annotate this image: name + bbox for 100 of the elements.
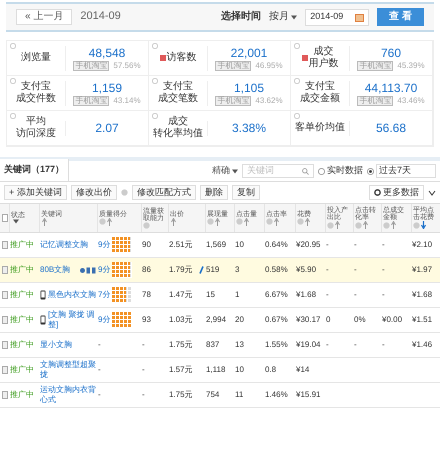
table-cell: -: [142, 340, 145, 350]
table-cell: 0%: [354, 315, 366, 325]
table-cell: ¥1.51: [412, 315, 432, 325]
sort-up-icon[interactable]: [363, 221, 368, 229]
table-cell: 3: [235, 265, 240, 275]
sort-up-icon[interactable]: [107, 218, 112, 226]
help-icon: [327, 222, 334, 228]
stat-value: 22,001: [230, 46, 268, 60]
table-cell: -: [142, 390, 145, 400]
score-link[interactable]: 9分: [98, 265, 110, 275]
table-cell: -: [382, 265, 385, 275]
bid-text: 1.79元: [169, 265, 193, 275]
badge-icon: [302, 55, 308, 61]
chevron-down-icon[interactable]: [428, 190, 436, 196]
radio-button[interactable]: [318, 168, 325, 174]
keyword-link[interactable]: 80B文胸: [40, 265, 70, 275]
bid-text: 1.75元: [169, 340, 193, 350]
stat-value: 56.68: [376, 120, 406, 136]
sort-up-icon[interactable]: [274, 218, 279, 226]
table-cell: -: [326, 340, 329, 350]
score-link[interactable]: 9分: [98, 240, 110, 250]
caret-icon[interactable]: [232, 168, 238, 174]
caret-icon[interactable]: [13, 219, 19, 224]
table-cell: 20: [235, 315, 244, 325]
sort-up-icon[interactable]: [42, 218, 47, 226]
checkbox[interactable]: [2, 366, 8, 374]
stat-label: 成交笔数: [158, 93, 198, 106]
help-icon: [152, 78, 158, 84]
radio-button[interactable]: [367, 168, 374, 174]
checkbox[interactable]: [2, 316, 8, 324]
toolbar-button[interactable]: 删除: [200, 185, 228, 200]
search-icon[interactable]: [302, 168, 309, 174]
help-icon: [207, 218, 214, 225]
help-icon: [383, 222, 390, 228]
help-icon: [297, 218, 304, 225]
checkbox[interactable]: [2, 266, 8, 274]
help-icon: [236, 218, 243, 225]
table-cell: 1.55%: [265, 340, 288, 350]
checkbox[interactable]: [2, 291, 8, 299]
calendar-icon[interactable]: [355, 12, 364, 22]
table-cell: ¥1.68: [412, 290, 432, 300]
table-cell: ¥2.10: [412, 240, 432, 250]
mobile-tag: 手机淘宝: [215, 60, 252, 70]
stat-label: 支付宝: [163, 80, 193, 92]
table-cell: 519: [206, 265, 220, 275]
status-text: 推广中: [10, 265, 34, 275]
table-cell: ¥5.90: [296, 265, 316, 275]
table-cell: 13: [235, 340, 244, 350]
match-select[interactable]: 精确: [212, 165, 238, 177]
stat-label: 客单价均值: [295, 122, 345, 134]
period-label: 2014-09: [80, 10, 121, 24]
toolbar-button[interactable]: + 添加关键词: [4, 185, 67, 200]
table-cell: -: [354, 290, 357, 300]
table-cell: 0.64%: [265, 240, 288, 250]
checkbox[interactable]: [2, 391, 8, 399]
caret-icon[interactable]: [291, 14, 298, 20]
keyword-link[interactable]: 文胸调整型超聚拢: [40, 360, 96, 380]
table-cell: 6.67%: [265, 290, 288, 300]
stat-value: 760: [380, 46, 402, 60]
checkbox[interactable]: [2, 341, 8, 349]
checkbox[interactable]: [2, 241, 8, 249]
help-icon: [413, 222, 420, 228]
sort-up-icon[interactable]: [171, 218, 176, 226]
sort-up-icon[interactable]: [305, 218, 310, 226]
stat-percent: 45.39%: [397, 60, 425, 70]
table-cell: 837: [206, 340, 220, 350]
table-cell: ¥14: [296, 365, 310, 375]
toolbar-button[interactable]: 修改匹配方式: [132, 185, 196, 200]
toolbar-button[interactable]: 复制: [232, 185, 260, 200]
date-field[interactable]: 2014-09: [305, 8, 370, 26]
stat-value: 1,159: [92, 80, 122, 96]
sort-down-icon[interactable]: [421, 221, 426, 229]
table-cell: -: [326, 290, 329, 300]
score-link[interactable]: 7分: [98, 290, 110, 300]
keyword-link[interactable]: 记忆调整文胸: [40, 240, 88, 250]
pencil-icon[interactable]: [199, 266, 204, 274]
table-cell: 10: [235, 365, 244, 375]
keyword-link[interactable]: [文胸 聚拢 调整]: [48, 310, 96, 330]
status-text: 推广中: [10, 390, 34, 400]
keyword-link[interactable]: 显小文胸: [40, 340, 72, 350]
sort-up-icon[interactable]: [244, 218, 249, 226]
sort-up-icon[interactable]: [335, 221, 340, 229]
status-text: 推广中: [10, 340, 34, 350]
sort-up-icon[interactable]: [215, 218, 220, 226]
mode-select[interactable]: 按月: [269, 10, 298, 24]
table-cell: -: [382, 290, 385, 300]
score-link[interactable]: 9分: [98, 315, 110, 325]
sort-up-icon[interactable]: [391, 221, 396, 229]
bid-text: 1.03元: [169, 315, 193, 325]
table-cell: -: [354, 340, 357, 350]
previous-month-button[interactable]: « 上一月: [16, 9, 72, 25]
more-data-button[interactable]: 更多数据: [369, 185, 424, 200]
row-actions-icon[interactable]: [80, 266, 96, 274]
help-icon: [10, 78, 16, 84]
table-cell: 754: [206, 390, 220, 400]
keyword-link[interactable]: 黑色内衣文胸: [48, 290, 96, 300]
checkbox[interactable]: [2, 214, 8, 222]
keyword-link[interactable]: 运动文胸内衣背心式: [40, 385, 96, 405]
toolbar-button[interactable]: 修改出价: [70, 185, 117, 200]
keyword-tab[interactable]: 关键词（177）: [0, 159, 70, 181]
